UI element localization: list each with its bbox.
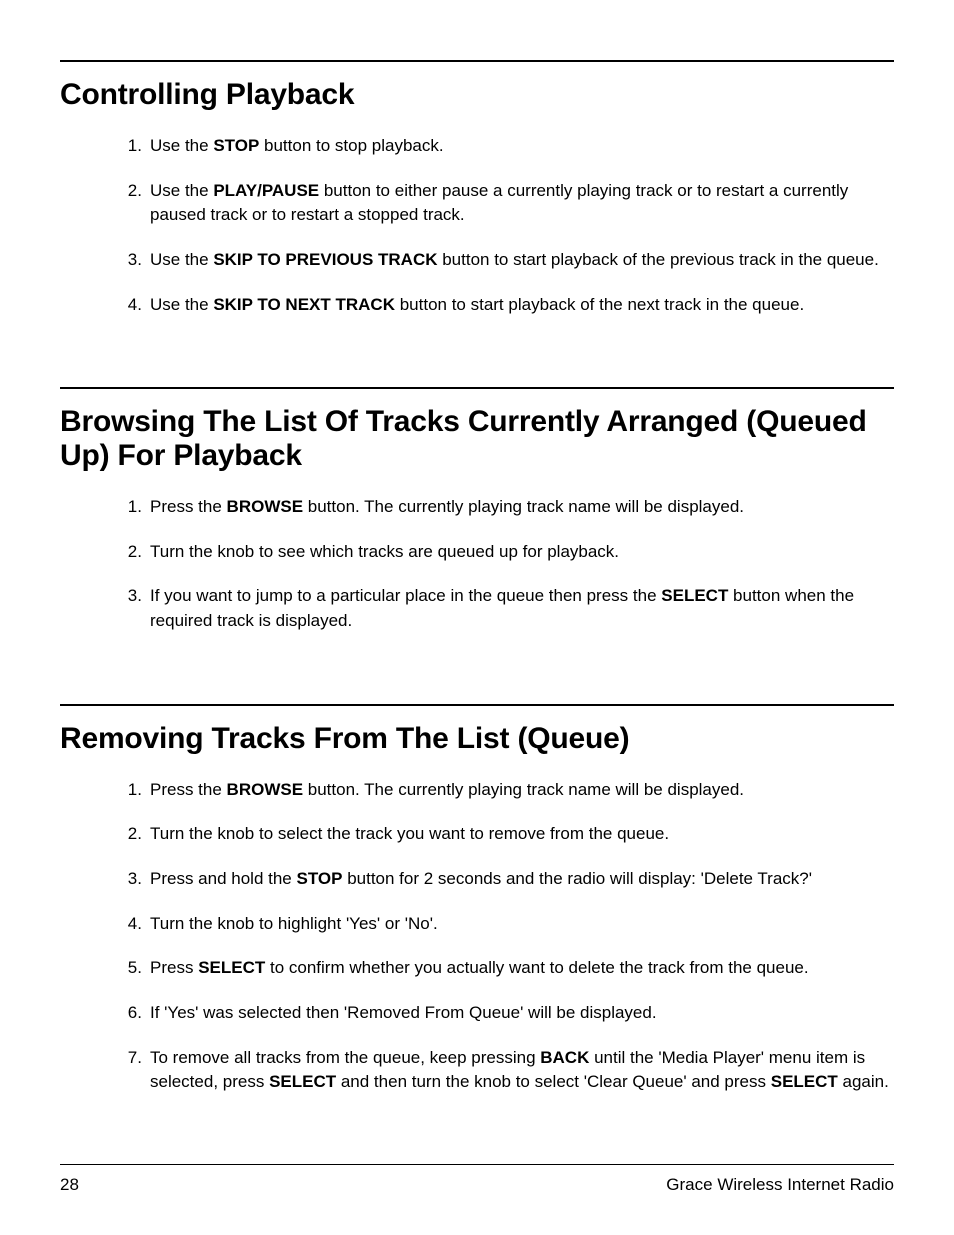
text-run: To remove all tracks from the queue, kee…	[150, 1048, 540, 1067]
list-item: If you want to jump to a particular plac…	[132, 584, 894, 633]
bold-text: SELECT	[771, 1072, 838, 1091]
section: Browsing The List Of Tracks Currently Ar…	[60, 387, 894, 634]
text-run: and then turn the knob to select 'Clear …	[336, 1072, 771, 1091]
text-run: button to start playback of the previous…	[438, 250, 879, 269]
section-heading: Browsing The List Of Tracks Currently Ar…	[60, 405, 894, 473]
list-item: Use the SKIP TO PREVIOUS TRACK button to…	[132, 248, 894, 273]
list-item: Press the BROWSE button. The currently p…	[132, 778, 894, 803]
text-run: button. The currently playing track name…	[303, 497, 744, 516]
text-run: button for 2 seconds and the radio will …	[342, 869, 812, 888]
list-item: Use the PLAY/PAUSE button to either paus…	[132, 179, 894, 228]
text-run: Press the	[150, 497, 227, 516]
product-name: Grace Wireless Internet Radio	[666, 1175, 894, 1195]
sections-container: Controlling Playback Use the STOP button …	[60, 60, 894, 1095]
page-footer: 28 Grace Wireless Internet Radio	[60, 1164, 894, 1195]
text-run: again.	[838, 1072, 889, 1091]
list-item: If 'Yes' was selected then 'Removed From…	[132, 1001, 894, 1026]
document-page: Controlling Playback Use the STOP button …	[0, 0, 954, 1235]
text-run: Use the	[150, 136, 213, 155]
section: Controlling Playback Use the STOP button …	[60, 60, 894, 317]
text-run: Press	[150, 958, 198, 977]
list-item: Turn the knob to highlight 'Yes' or 'No'…	[132, 912, 894, 937]
bold-text: BROWSE	[227, 497, 304, 516]
bold-text: SELECT	[661, 586, 728, 605]
text-run: If you want to jump to a particular plac…	[150, 586, 661, 605]
instruction-list: Press the BROWSE button. The currently p…	[60, 495, 894, 634]
bold-text: SKIP TO PREVIOUS TRACK	[213, 250, 437, 269]
section-heading: Controlling Playback	[60, 78, 894, 112]
text-run: Press and hold the	[150, 869, 296, 888]
list-item: Turn the knob to select the track you wa…	[132, 822, 894, 847]
instruction-list: Press the BROWSE button. The currently p…	[60, 778, 894, 1095]
list-item: Press and hold the STOP button for 2 sec…	[132, 867, 894, 892]
list-item: Turn the knob to see which tracks are qu…	[132, 540, 894, 565]
page-number: 28	[60, 1175, 79, 1195]
list-item: To remove all tracks from the queue, kee…	[132, 1046, 894, 1095]
text-run: Use the	[150, 250, 213, 269]
text-run: button to start playback of the next tra…	[395, 295, 804, 314]
text-run: Turn the knob to see which tracks are qu…	[150, 542, 619, 561]
bold-text: STOP	[296, 869, 342, 888]
text-run: Use the	[150, 295, 213, 314]
text-run: Use the	[150, 181, 213, 200]
bold-text: PLAY/PAUSE	[213, 181, 319, 200]
text-run: If 'Yes' was selected then 'Removed From…	[150, 1003, 657, 1022]
bold-text: SKIP TO NEXT TRACK	[213, 295, 395, 314]
text-run: to confirm whether you actually want to …	[265, 958, 808, 977]
text-run: Press the	[150, 780, 227, 799]
bold-text: SELECT	[198, 958, 265, 977]
text-run: Turn the knob to select the track you wa…	[150, 824, 669, 843]
text-run: button to stop playback.	[259, 136, 443, 155]
section: Removing Tracks From The List (Queue) Pre…	[60, 704, 894, 1095]
instruction-list: Use the STOP button to stop playback.Use…	[60, 134, 894, 317]
bold-text: SELECT	[269, 1072, 336, 1091]
list-item: Use the SKIP TO NEXT TRACK button to sta…	[132, 293, 894, 318]
list-item: Press the BROWSE button. The currently p…	[132, 495, 894, 520]
bold-text: STOP	[213, 136, 259, 155]
section-heading: Removing Tracks From The List (Queue)	[60, 722, 894, 756]
list-item: Press SELECT to confirm whether you actu…	[132, 956, 894, 981]
text-run: Turn the knob to highlight 'Yes' or 'No'…	[150, 914, 438, 933]
text-run: button. The currently playing track name…	[303, 780, 744, 799]
bold-text: BACK	[540, 1048, 589, 1067]
list-item: Use the STOP button to stop playback.	[132, 134, 894, 159]
bold-text: BROWSE	[227, 780, 304, 799]
